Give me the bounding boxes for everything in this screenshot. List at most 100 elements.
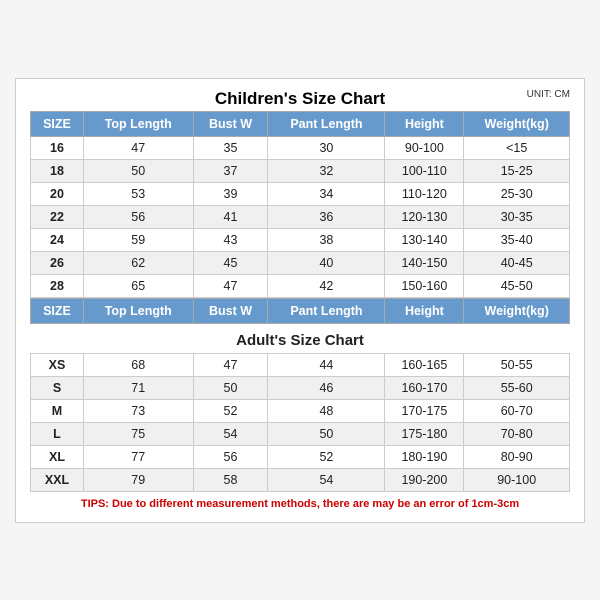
table-cell: 68 bbox=[83, 353, 193, 376]
table-cell: 44 bbox=[268, 353, 385, 376]
children-size-table: SIZE Top Length Bust W Pant Length Heigh… bbox=[30, 111, 570, 298]
table-cell: 56 bbox=[193, 445, 268, 468]
col-pant-length: Pant Length bbox=[268, 111, 385, 136]
table-cell: 46 bbox=[268, 376, 385, 399]
table-cell: 160-170 bbox=[385, 376, 464, 399]
table-cell: 170-175 bbox=[385, 399, 464, 422]
table-cell: 25-30 bbox=[464, 182, 570, 205]
table-cell: 47 bbox=[83, 136, 193, 159]
table-cell: 38 bbox=[268, 228, 385, 251]
table-cell: 35-40 bbox=[464, 228, 570, 251]
table-cell: 52 bbox=[193, 399, 268, 422]
table-row: 20533934110-12025-30 bbox=[31, 182, 570, 205]
tips-content: TIPS: Due to different measurement metho… bbox=[81, 498, 519, 510]
table-cell: 54 bbox=[268, 468, 385, 491]
table-cell: 110-120 bbox=[385, 182, 464, 205]
table-row: S715046160-17055-60 bbox=[31, 376, 570, 399]
table-cell: 60-70 bbox=[464, 399, 570, 422]
table-cell: 50 bbox=[83, 159, 193, 182]
table-cell: 90-100 bbox=[464, 468, 570, 491]
table-row: XXL795854190-20090-100 bbox=[31, 468, 570, 491]
table-cell: 62 bbox=[83, 251, 193, 274]
table-cell: 90-100 bbox=[385, 136, 464, 159]
table-cell: 35 bbox=[193, 136, 268, 159]
table-cell: 50 bbox=[193, 376, 268, 399]
table-cell: 79 bbox=[83, 468, 193, 491]
table-cell: 175-180 bbox=[385, 422, 464, 445]
table-cell: 41 bbox=[193, 205, 268, 228]
table-cell: 47 bbox=[193, 274, 268, 297]
table-cell: 45-50 bbox=[464, 274, 570, 297]
table-cell: 54 bbox=[193, 422, 268, 445]
table-cell: 16 bbox=[31, 136, 84, 159]
table-cell: 130-140 bbox=[385, 228, 464, 251]
col-weight: Weight(kg) bbox=[464, 111, 570, 136]
tips-text: TIPS: Due to different measurement metho… bbox=[30, 498, 570, 510]
table-cell: 50-55 bbox=[464, 353, 570, 376]
table-cell: 190-200 bbox=[385, 468, 464, 491]
adults-title-text: Adult's Size Chart bbox=[31, 323, 570, 353]
table-cell: 40-45 bbox=[464, 251, 570, 274]
table-cell: 65 bbox=[83, 274, 193, 297]
col-height-a: Height bbox=[385, 298, 464, 323]
table-cell: 77 bbox=[83, 445, 193, 468]
table-cell: 70-80 bbox=[464, 422, 570, 445]
table-cell: 55-60 bbox=[464, 376, 570, 399]
table-row: M735248170-17560-70 bbox=[31, 399, 570, 422]
table-cell: 80-90 bbox=[464, 445, 570, 468]
col-height: Height bbox=[385, 111, 464, 136]
table-row: XS684744160-16550-55 bbox=[31, 353, 570, 376]
table-cell: 15-25 bbox=[464, 159, 570, 182]
col-top-length-a: Top Length bbox=[83, 298, 193, 323]
table-row: 24594338130-14035-40 bbox=[31, 228, 570, 251]
col-size: SIZE bbox=[31, 111, 84, 136]
table-cell: 180-190 bbox=[385, 445, 464, 468]
table-cell: 53 bbox=[83, 182, 193, 205]
table-cell: 32 bbox=[268, 159, 385, 182]
table-row: XL775652180-19080-90 bbox=[31, 445, 570, 468]
table-cell: 73 bbox=[83, 399, 193, 422]
table-cell: <15 bbox=[464, 136, 570, 159]
table-cell: 56 bbox=[83, 205, 193, 228]
table-cell: L bbox=[31, 422, 84, 445]
table-cell: 150-160 bbox=[385, 274, 464, 297]
table-row: 28654742150-16045-50 bbox=[31, 274, 570, 297]
table-cell: 58 bbox=[193, 468, 268, 491]
col-bust-w-a: Bust W bbox=[193, 298, 268, 323]
table-cell: 140-150 bbox=[385, 251, 464, 274]
chart-container: Children's Size Chart UNIT: CM SIZE Top … bbox=[15, 78, 585, 523]
table-cell: 20 bbox=[31, 182, 84, 205]
table-cell: 52 bbox=[268, 445, 385, 468]
table-cell: 120-130 bbox=[385, 205, 464, 228]
table-cell: 18 bbox=[31, 159, 84, 182]
table-cell: 45 bbox=[193, 251, 268, 274]
children-title: Children's Size Chart UNIT: CM bbox=[30, 89, 570, 109]
adults-size-table: Adult's Size Chart SIZE Top Length Bust … bbox=[30, 298, 570, 492]
table-cell: 50 bbox=[268, 422, 385, 445]
table-cell: 40 bbox=[268, 251, 385, 274]
table-cell: 42 bbox=[268, 274, 385, 297]
table-row: 1647353090-100<15 bbox=[31, 136, 570, 159]
table-row: 18503732100-11015-25 bbox=[31, 159, 570, 182]
table-cell: 24 bbox=[31, 228, 84, 251]
table-cell: XL bbox=[31, 445, 84, 468]
table-cell: 48 bbox=[268, 399, 385, 422]
table-cell: 26 bbox=[31, 251, 84, 274]
table-cell: XXL bbox=[31, 468, 84, 491]
table-cell: 30-35 bbox=[464, 205, 570, 228]
table-cell: 36 bbox=[268, 205, 385, 228]
col-top-length: Top Length bbox=[83, 111, 193, 136]
table-cell: 30 bbox=[268, 136, 385, 159]
table-cell: 59 bbox=[83, 228, 193, 251]
table-cell: 34 bbox=[268, 182, 385, 205]
adults-header-row: SIZE Top Length Bust W Pant Length Heigh… bbox=[31, 298, 570, 323]
table-cell: S bbox=[31, 376, 84, 399]
table-cell: 47 bbox=[193, 353, 268, 376]
table-row: L755450175-18070-80 bbox=[31, 422, 570, 445]
table-cell: M bbox=[31, 399, 84, 422]
col-weight-a: Weight(kg) bbox=[464, 298, 570, 323]
table-row: 26624540140-15040-45 bbox=[31, 251, 570, 274]
table-cell: 28 bbox=[31, 274, 84, 297]
col-bust-w: Bust W bbox=[193, 111, 268, 136]
table-cell: 100-110 bbox=[385, 159, 464, 182]
